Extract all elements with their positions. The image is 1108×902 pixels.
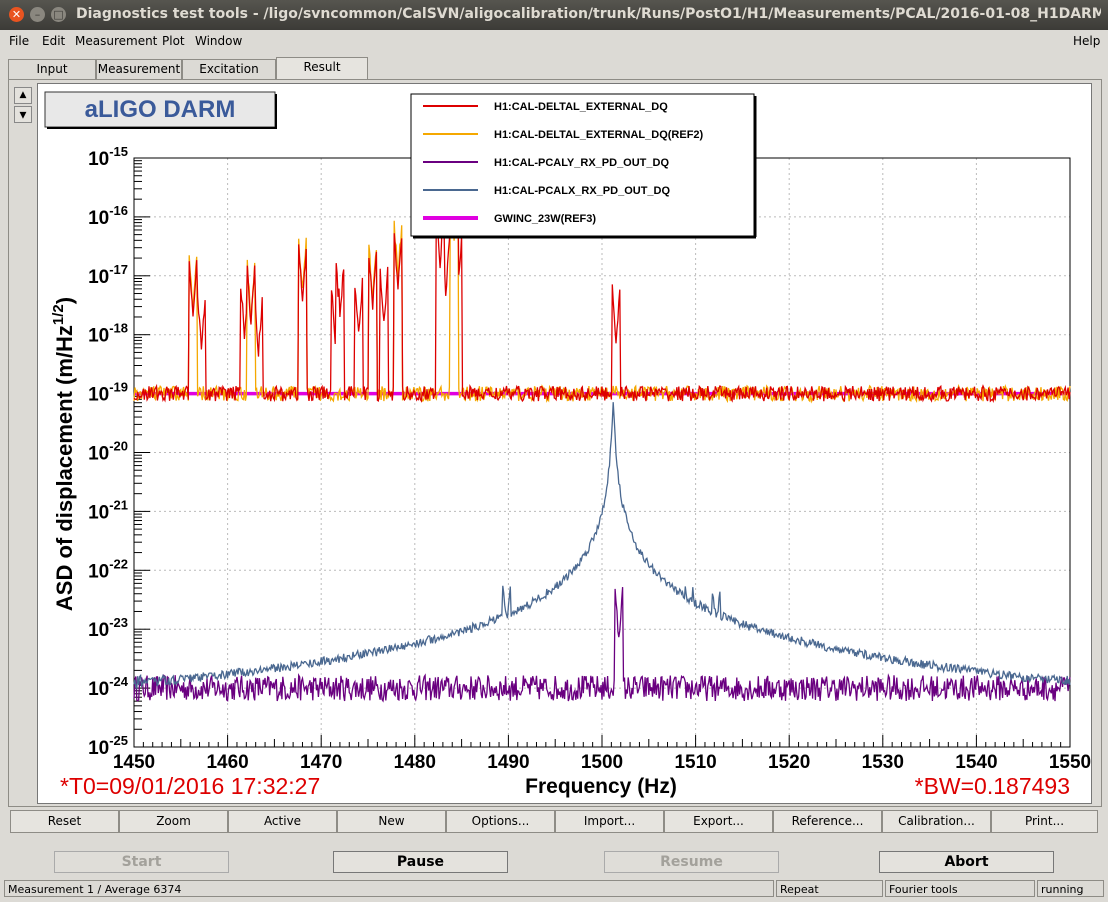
y-ticks: 10-15 10-16 10-17 10-18 10-19 10-20 10-21 10-22… (88, 144, 150, 759)
x-tick-label: 1460 (206, 752, 248, 773)
x-tick-label: 1530 (862, 752, 904, 773)
x-tick-label: 1500 (581, 752, 623, 773)
abort-button[interactable]: Abort (879, 851, 1054, 873)
y-tick-label: 10-17 (88, 262, 128, 288)
legend: H1:CAL-DELTAL_EXTERNAL_DQ H1:CAL-DELTAL_E… (410, 93, 757, 239)
legend-label-3: H1:CAL-PCALX_RX_PD_OUT_DQ (494, 185, 670, 197)
menu-file[interactable]: File (9, 34, 29, 48)
menu-help[interactable]: Help (1073, 34, 1100, 48)
menu-measurement[interactable]: Measurement (75, 34, 157, 48)
y-tick-label: 10-18 (88, 321, 128, 347)
menu-bar: File Edit Measurement Plot Window Help (0, 30, 1108, 52)
x-tick-label: 1550 (1049, 752, 1091, 773)
status-measurement: Measurement 1 / Average 6374 (4, 880, 774, 897)
start-button[interactable]: Start (54, 851, 229, 873)
import-button[interactable]: Import... (555, 810, 664, 833)
status-repeat: Repeat (776, 880, 883, 897)
asd-plot[interactable]: aLIGO DARM 1450 1460 1470 1480 1490 1500 1510 1… (38, 84, 1091, 803)
tab-input[interactable]: Input (8, 59, 96, 79)
active-button[interactable]: Active (228, 810, 337, 833)
legend-label-4: GWINC_23W(REF3) (494, 213, 596, 225)
x-ticks: 1450 1460 1470 1480 1490 1500 1510 1520 1530 1540… (113, 735, 1091, 773)
calibration-button[interactable]: Calibration... (882, 810, 991, 833)
x-tick-label: 1520 (768, 752, 810, 773)
scroll-down-button[interactable]: ▲ (14, 106, 32, 123)
export-button[interactable]: Export... (664, 810, 773, 833)
menu-plot[interactable]: Plot (162, 34, 185, 48)
y-tick-label: 10-20 (88, 439, 128, 465)
window-title: Diagnostics test tools - /ligo/svncommon… (76, 6, 1101, 22)
legend-label-2: H1:CAL-PCALY_RX_PD_OUT_DQ (494, 157, 669, 169)
y-tick-label: 10-24 (88, 674, 129, 700)
reset-button[interactable]: Reset (10, 810, 119, 833)
y-tick-label: 10-21 (88, 497, 128, 523)
x-tick-label: 1480 (394, 752, 436, 773)
minimize-window-icon[interactable]: – (30, 7, 45, 22)
tab-result[interactable]: Result (276, 57, 368, 79)
maximize-window-icon[interactable]: □ (51, 7, 66, 22)
menu-edit[interactable]: Edit (42, 34, 65, 48)
x-tick-label: 1510 (674, 752, 716, 773)
y-tick-label: 10-22 (88, 556, 128, 582)
zoom-button[interactable]: Zoom (119, 810, 228, 833)
plot-toolbar: Reset Zoom Active New Options... Import.… (10, 810, 1098, 833)
reference-button[interactable]: Reference... (773, 810, 882, 833)
status-state: running (1037, 880, 1104, 897)
series-line-3 (133, 402, 1071, 690)
plot-canvas[interactable]: aLIGO DARM 1450 1460 1470 1480 1490 1500 1510 1… (37, 83, 1092, 804)
t0-label: *T0=09/01/2016 17:32:27 (60, 773, 320, 799)
options-button[interactable]: Options... (446, 810, 555, 833)
status-tool: Fourier tools (885, 880, 1035, 897)
tab-excitation[interactable]: Excitation (182, 59, 276, 79)
x-tick-label: 1470 (300, 752, 342, 773)
new-button[interactable]: New (337, 810, 446, 833)
y-tick-label: 10-16 (88, 203, 128, 229)
y-axis-label: ASD of displacement (m/Hz1/2) (50, 297, 77, 611)
tab-bar: Input Measurement Excitation Result (8, 57, 1100, 79)
legend-label-1: H1:CAL-DELTAL_EXTERNAL_DQ(REF2) (494, 129, 704, 141)
x-tick-label: 1450 (113, 752, 155, 773)
x-tick-label: 1540 (955, 752, 997, 773)
close-window-icon[interactable]: ✕ (9, 7, 24, 22)
x-tick-label: 1490 (487, 752, 529, 773)
y-tick-label: 10-23 (88, 615, 128, 641)
tab-measurement[interactable]: Measurement (96, 59, 182, 79)
print-button[interactable]: Print... (991, 810, 1098, 833)
y-tick-label: 10-15 (88, 144, 128, 170)
bw-label: *BW=0.187493 (915, 773, 1070, 799)
x-axis-label: Frequency (Hz) (525, 775, 677, 798)
y-tick-label: 10-19 (88, 380, 128, 406)
plot-tag: aLIGO DARM (85, 96, 236, 123)
scroll-up-button[interactable]: ▲ (14, 87, 32, 104)
pause-button[interactable]: Pause (333, 851, 508, 873)
resume-button[interactable]: Resume (604, 851, 779, 873)
grid (133, 157, 1071, 748)
legend-label-0: H1:CAL-DELTAL_EXTERNAL_DQ (494, 101, 668, 113)
menu-window[interactable]: Window (195, 34, 242, 48)
title-bar: ✕ – □ Diagnostics test tools - /ligo/svn… (0, 0, 1108, 30)
